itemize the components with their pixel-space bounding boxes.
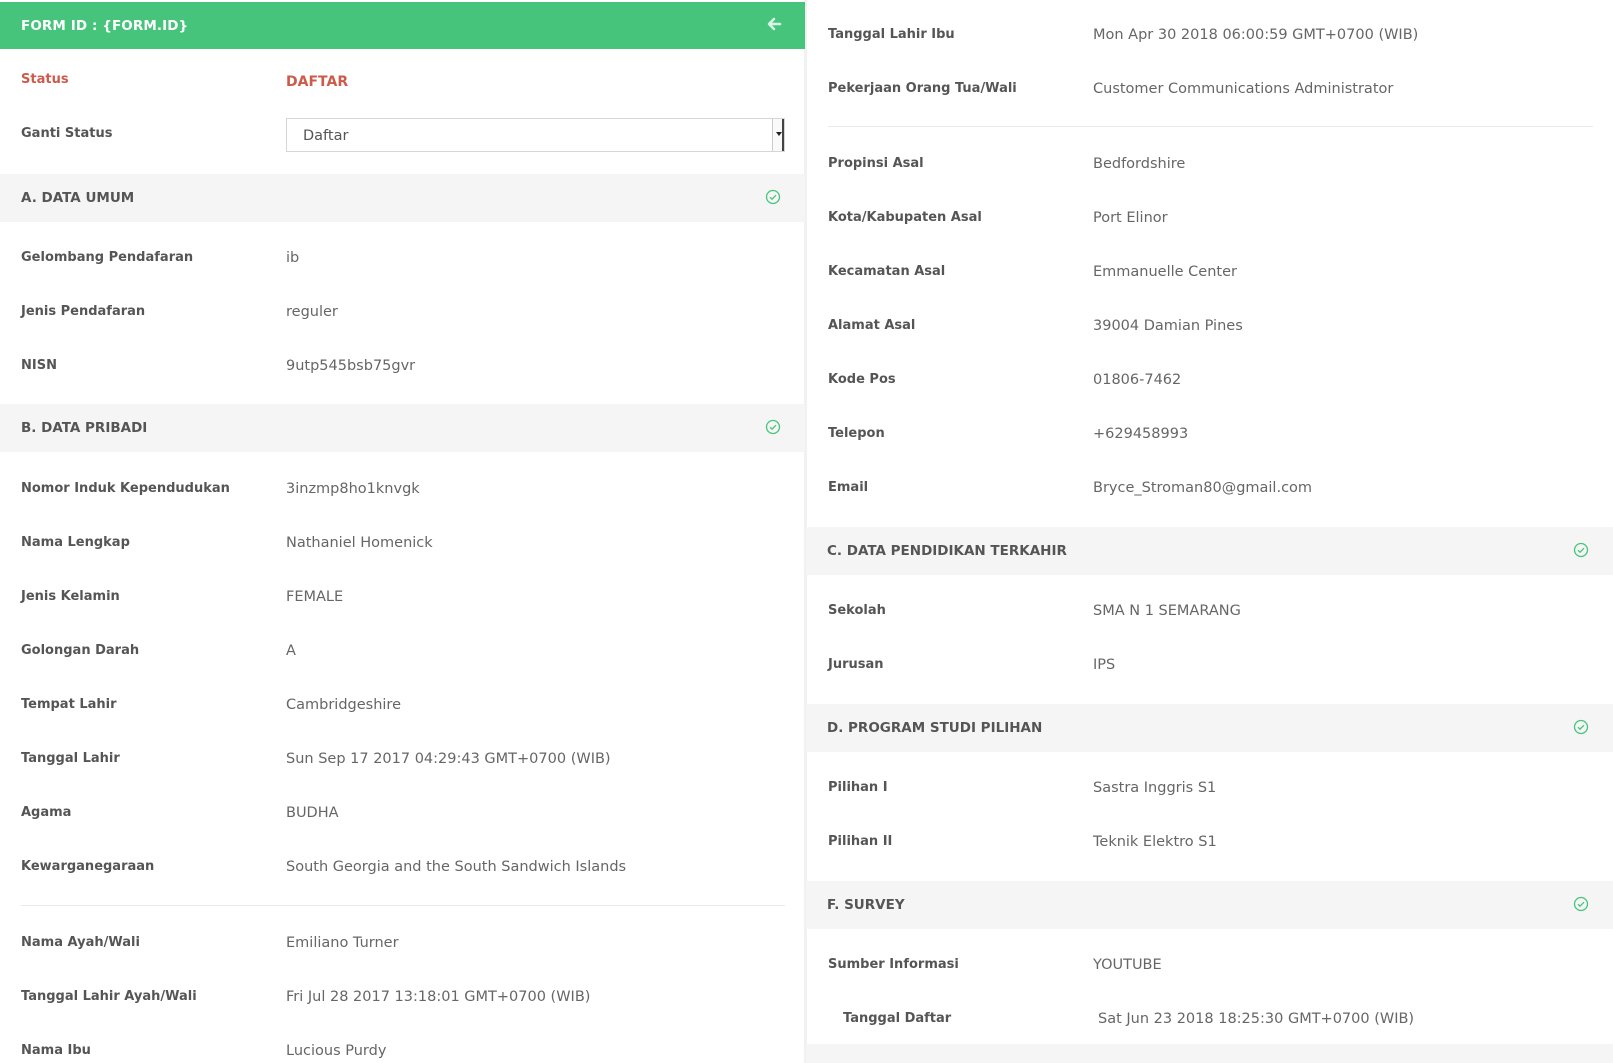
field-value: ib <box>286 250 300 266</box>
field-label: Kode Pos <box>828 372 896 387</box>
field-label: Tanggal Lahir Ayah/Wali <box>21 989 197 1004</box>
check-circle-icon <box>1573 542 1589 558</box>
field-value: 3inzmp8ho1knvgk <box>286 481 420 497</box>
field-value: Lucious Purdy <box>286 1043 387 1059</box>
field-label: Pilihan II <box>828 834 893 849</box>
field-value: Bryce_Stroman80@gmail.com <box>1093 480 1313 496</box>
field-label: Kewarganegaraan <box>21 859 155 874</box>
section-title: C. DATA PENDIDIKAN TERKAHIR <box>827 543 1067 559</box>
field-value: SMA N 1 SEMARANG <box>1093 603 1241 619</box>
field-value: FEMALE <box>286 589 344 605</box>
section-title: A. DATA UMUM <box>21 190 135 206</box>
section-data-pribadi: B. DATA PRIBADI <box>0 404 805 452</box>
section-program-studi: D. PROGRAM STUDI PILIHAN <box>806 704 1613 752</box>
field-label: Telepon <box>828 426 885 441</box>
field-label: Pekerjaan Orang Tua/Wali <box>828 81 1017 96</box>
field-value: Teknik Elektro S1 <box>1093 834 1217 850</box>
field-label: Jurusan <box>828 657 884 672</box>
section-data-pendidikan: C. DATA PENDIDIKAN TERKAHIR <box>806 527 1613 575</box>
field-label: Agama <box>21 805 72 820</box>
check-circle-icon <box>1573 719 1589 735</box>
field-label: Tanggal Daftar <box>843 1011 952 1026</box>
field-label: Propinsi Asal <box>828 156 924 171</box>
field-label: Email <box>828 480 869 495</box>
field-label: NISN <box>21 358 57 373</box>
field-value: BUDHA <box>286 805 339 821</box>
divider <box>21 905 785 906</box>
section-survey: F. SURVEY <box>806 881 1613 929</box>
field-label: Kota/Kabupaten Asal <box>828 210 982 225</box>
field-value: YOUTUBE <box>1093 957 1162 973</box>
arrow-left-icon[interactable] <box>765 15 783 33</box>
field-value: Fri Jul 28 2017 13:18:01 GMT+0700 (WIB) <box>286 989 591 1005</box>
section-title: F. SURVEY <box>827 897 905 913</box>
field-value: Nathaniel Homenick <box>286 535 433 551</box>
field-value: Sastra Inggris S1 <box>1093 780 1217 796</box>
field-label: Tanggal Lahir Ibu <box>828 27 955 42</box>
field-label: Golongan Darah <box>21 643 140 658</box>
field-value: Customer Communications Administrator <box>1093 81 1394 97</box>
field-value: 39004 Damian Pines <box>1093 318 1243 334</box>
field-label: Nama Ayah/Wali <box>21 935 140 950</box>
field-label: Alamat Asal <box>828 318 916 333</box>
field-label: Sekolah <box>828 603 886 618</box>
footer-strip <box>806 1044 1613 1063</box>
field-label: Nomor Induk Kependudukan <box>21 481 230 496</box>
field-value: Sun Sep 17 2017 04:29:43 GMT+0700 (WIB) <box>286 751 611 767</box>
right-column: Tanggal Lahir Ibu Mon Apr 30 2018 06:00:… <box>806 0 1613 1063</box>
field-value: Emiliano Turner <box>286 935 399 951</box>
field-value: Mon Apr 30 2018 06:00:59 GMT+0700 (WIB) <box>1093 27 1419 43</box>
status-select[interactable]: Daftar <box>286 118 785 152</box>
section-data-umum: A. DATA UMUM <box>0 174 805 222</box>
status-select-value: Daftar <box>303 128 349 144</box>
field-label: Pilihan I <box>828 780 888 795</box>
field-label: Tanggal Lahir <box>21 751 120 766</box>
field-value: +629458993 <box>1093 426 1189 442</box>
field-value: Port Elinor <box>1093 210 1168 226</box>
field-value: South Georgia and the South Sandwich Isl… <box>286 859 627 875</box>
status-label: Status <box>21 72 69 87</box>
check-circle-icon <box>765 189 781 205</box>
field-label: Jenis Kelamin <box>21 589 120 604</box>
form-id-title: FORM ID : {FORM.ID} <box>21 18 189 34</box>
section-title: B. DATA PRIBADI <box>21 420 148 436</box>
field-value: 9utp545bsb75gvr <box>286 358 416 374</box>
divider <box>828 126 1593 127</box>
field-label: Nama Ibu <box>21 1043 91 1058</box>
field-value: Bedfordshire <box>1093 156 1186 172</box>
field-label: Sumber Informasi <box>828 957 959 972</box>
left-column: FORM ID : {FORM.ID} Status DAFTAR Ganti … <box>0 0 805 1063</box>
chevron-down-icon[interactable] <box>772 119 784 151</box>
field-label: Nama Lengkap <box>21 535 130 550</box>
field-label: Kecamatan Asal <box>828 264 946 279</box>
field-label: Tempat Lahir <box>21 697 117 712</box>
form-header: FORM ID : {FORM.ID} <box>0 2 805 49</box>
field-value: IPS <box>1093 657 1116 673</box>
field-label: Gelombang Pendafaran <box>21 250 194 265</box>
change-status-label: Ganti Status <box>21 126 113 141</box>
field-value: Sat Jun 23 2018 18:25:30 GMT+0700 (WIB) <box>1098 1011 1415 1027</box>
field-value: 01806-7462 <box>1093 372 1182 388</box>
field-value: Cambridgeshire <box>286 697 401 713</box>
field-value: Emmanuelle Center <box>1093 264 1237 280</box>
field-value: A <box>286 643 296 659</box>
field-value: reguler <box>286 304 338 320</box>
field-label: Jenis Pendafaran <box>21 304 146 319</box>
section-title: D. PROGRAM STUDI PILIHAN <box>827 720 1043 736</box>
check-circle-icon <box>765 419 781 435</box>
status-value: DAFTAR <box>286 74 349 90</box>
check-circle-icon <box>1573 896 1589 912</box>
